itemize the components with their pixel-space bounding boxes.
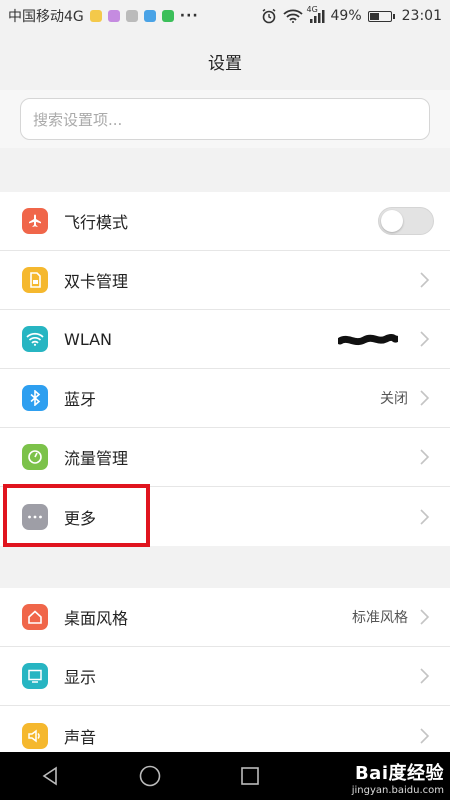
watermark-main: Bai度经验 bbox=[354, 763, 444, 784]
app-notification-icon bbox=[161, 10, 174, 22]
battery-percent: 49% bbox=[330, 8, 362, 24]
home-circle-icon bbox=[139, 765, 161, 787]
setting-row-desktop-style[interactable]: 桌面风格 标准风格 bbox=[0, 588, 450, 647]
settings-group-device: 桌面风格 标准风格 显示 声音 bbox=[0, 588, 450, 765]
baidu-watermark: Bai度经验 jingyan.baidu.com bbox=[352, 759, 444, 796]
search-section: 搜索设置项... bbox=[0, 90, 450, 148]
clock: 23:01 bbox=[401, 8, 442, 24]
app-notification-icon bbox=[107, 10, 120, 22]
more-notifications-icon: ··· bbox=[179, 8, 199, 24]
search-placeholder: 搜索设置项... bbox=[33, 110, 123, 129]
setting-label: 显示 bbox=[64, 668, 97, 687]
setting-row-display[interactable]: 显示 bbox=[0, 647, 450, 706]
wifi-icon bbox=[22, 326, 48, 352]
setting-label: WLAN bbox=[64, 329, 113, 349]
status-bar: 中国移动4G ··· 4G 49% 23:01 bbox=[0, 0, 450, 32]
setting-row-airplane-mode[interactable]: 飞行模式 bbox=[0, 192, 450, 251]
carrier-label: 中国移动4G bbox=[8, 9, 84, 25]
setting-row-data-usage[interactable]: 流量管理 bbox=[0, 428, 450, 487]
setting-label: 流量管理 bbox=[64, 449, 129, 468]
chevron-right-icon bbox=[420, 668, 430, 684]
search-input[interactable]: 搜索设置项... bbox=[20, 98, 430, 140]
toggle-knob bbox=[381, 210, 403, 232]
setting-label: 双卡管理 bbox=[64, 272, 129, 291]
setting-row-dual-sim[interactable]: 双卡管理 bbox=[0, 251, 450, 310]
bluetooth-icon bbox=[22, 385, 48, 411]
desktop-style-value: 标准风格 bbox=[352, 610, 408, 626]
home-button[interactable] bbox=[135, 761, 165, 791]
display-icon bbox=[22, 663, 48, 689]
title-bar: 设置 bbox=[0, 32, 450, 90]
setting-label: 飞行模式 bbox=[64, 213, 129, 232]
chevron-right-icon bbox=[420, 449, 430, 465]
recent-square-icon bbox=[241, 767, 259, 785]
bluetooth-status: 关闭 bbox=[380, 391, 408, 407]
redacted-network-name bbox=[338, 333, 398, 346]
setting-row-bluetooth[interactable]: 蓝牙 关闭 bbox=[0, 369, 450, 428]
setting-label: 桌面风格 bbox=[64, 609, 129, 628]
alarm-icon bbox=[262, 8, 275, 24]
app-notification-icon bbox=[143, 10, 156, 22]
airplane-mode-toggle[interactable] bbox=[378, 207, 434, 235]
network-type-label: 4G bbox=[306, 5, 318, 14]
chevron-right-icon bbox=[420, 331, 430, 347]
recent-apps-button[interactable] bbox=[235, 761, 265, 791]
battery-icon bbox=[367, 10, 395, 22]
chevron-right-icon bbox=[420, 390, 430, 406]
chevron-right-icon bbox=[420, 609, 430, 625]
chevron-right-icon bbox=[420, 272, 430, 288]
back-triangle-icon bbox=[42, 766, 57, 786]
sim-card-icon bbox=[22, 267, 48, 293]
speaker-icon bbox=[22, 722, 48, 749]
page-title: 设置 bbox=[208, 53, 242, 74]
watermark-sub: jingyan.baidu.com bbox=[351, 785, 444, 796]
home-icon bbox=[22, 604, 48, 630]
airplane-icon bbox=[22, 208, 48, 234]
setting-row-wlan[interactable]: WLAN bbox=[0, 310, 450, 369]
data-usage-icon bbox=[22, 444, 48, 470]
setting-label: 蓝牙 bbox=[64, 390, 97, 409]
back-button[interactable] bbox=[35, 761, 65, 791]
wifi-status-icon bbox=[282, 9, 303, 23]
chevron-right-icon bbox=[420, 727, 430, 744]
app-notification-icon bbox=[125, 10, 138, 22]
highlight-box bbox=[3, 484, 150, 547]
chevron-right-icon bbox=[420, 508, 430, 525]
message-notification-icon bbox=[89, 10, 102, 22]
signal-icon: 4G bbox=[307, 5, 325, 23]
setting-label: 声音 bbox=[64, 727, 97, 747]
